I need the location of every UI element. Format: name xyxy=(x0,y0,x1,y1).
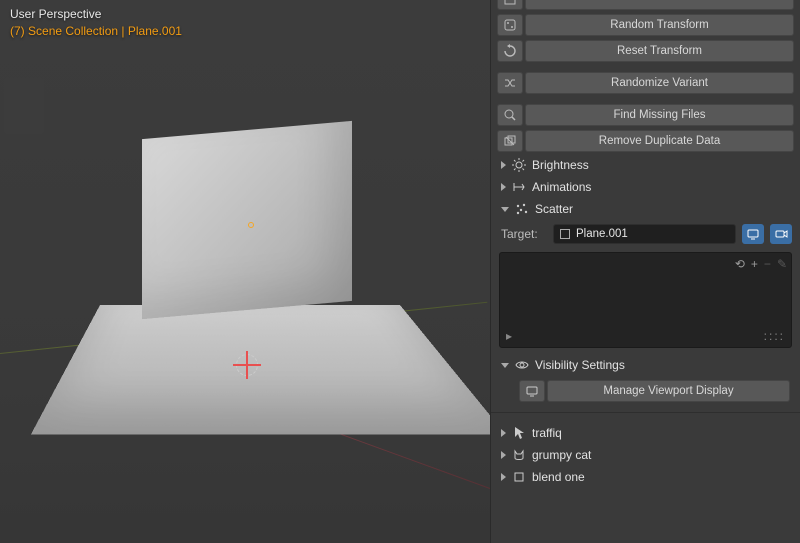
collection-separator: | xyxy=(121,24,124,38)
duplicate-remove-icon xyxy=(503,134,517,148)
find-missing-label: Find Missing Files xyxy=(613,109,705,121)
manage-viewport-button[interactable]: Manage Viewport Display xyxy=(547,380,790,402)
chevron-right-icon xyxy=(501,429,506,437)
remove-dupes-label: Remove Duplicate Data xyxy=(599,135,720,147)
random-transform-icon-button[interactable] xyxy=(497,14,523,36)
addon-grumpy-cat[interactable]: grumpy cat xyxy=(491,444,800,466)
snap-icon xyxy=(504,0,516,5)
toggle-render-visibility[interactable] xyxy=(770,224,792,244)
list-add-button[interactable]: + xyxy=(751,257,758,271)
addon-traffiq-label: traffiq xyxy=(532,426,562,440)
chevron-right-icon xyxy=(501,161,506,169)
list-tools: ⟲ + − ✎ xyxy=(735,257,787,271)
cursor-pointer-icon xyxy=(512,426,526,440)
shuffle-icon xyxy=(503,76,517,90)
list-grip-icon[interactable]: :::: xyxy=(764,329,785,343)
random-transform-label: Random Transform xyxy=(610,19,708,31)
reset-transform-label: Reset Transform xyxy=(617,45,702,57)
random-transform-button[interactable]: Random Transform xyxy=(525,14,794,36)
target-label: Target: xyxy=(501,227,547,241)
list-edit-button[interactable]: ✎ xyxy=(777,257,787,271)
list-link-button[interactable]: ⟲ xyxy=(735,257,745,271)
object-data-icon xyxy=(560,229,570,239)
target-value: Plane.001 xyxy=(576,228,628,240)
view-name-label: User Perspective xyxy=(10,6,182,23)
mesh-plane-floor[interactable] xyxy=(31,305,506,434)
chevron-down-icon xyxy=(501,207,509,212)
chevron-right-icon xyxy=(501,473,506,481)
section-animations[interactable]: Animations xyxy=(491,176,800,198)
viewport-overlay-text: User Perspective (7) Scene Collection | … xyxy=(10,6,182,40)
section-visibility-label: Visibility Settings xyxy=(535,358,625,372)
chevron-right-icon xyxy=(501,451,506,459)
sun-icon xyxy=(512,158,526,172)
addon-blend-one[interactable]: blend one xyxy=(491,466,800,488)
addon-grumpy-label: grumpy cat xyxy=(532,448,591,462)
remove-dupes-button[interactable]: Remove Duplicate Data xyxy=(525,130,794,152)
find-missing-icon-button[interactable] xyxy=(497,104,523,126)
snap-button[interactable] xyxy=(525,0,794,10)
active-object-name: Plane.001 xyxy=(128,24,182,38)
scatter-target-row: Target: Plane.001 xyxy=(491,220,800,248)
chevron-down-icon xyxy=(501,363,509,368)
addon-blend-one-label: blend one xyxy=(532,470,585,484)
animation-icon xyxy=(512,180,526,194)
section-brightness-label: Brightness xyxy=(532,158,589,172)
reset-transform-icon-button[interactable] xyxy=(497,40,523,62)
camera-icon xyxy=(774,227,788,241)
chevron-right-icon xyxy=(501,183,506,191)
monitor-icon xyxy=(525,384,539,398)
scene-render xyxy=(0,0,490,543)
button-cutoff-row xyxy=(497,0,794,10)
remove-dupes-icon-button[interactable] xyxy=(497,130,523,152)
object-origin-icon xyxy=(248,222,254,228)
manage-viewport-label: Manage Viewport Display xyxy=(603,385,733,397)
find-missing-button[interactable]: Find Missing Files xyxy=(525,104,794,126)
section-brightness[interactable]: Brightness xyxy=(491,154,800,176)
properties-panel: Random Transform Reset Transform Randomi… xyxy=(490,0,800,543)
section-animations-label: Animations xyxy=(532,180,591,194)
toggle-viewport-visibility[interactable] xyxy=(742,224,764,244)
cat-icon xyxy=(512,448,526,462)
minimap-overlay xyxy=(4,78,44,134)
collection-label: Scene Collection xyxy=(28,24,118,38)
collection-number: (7) xyxy=(10,24,25,38)
eye-icon xyxy=(515,358,529,372)
viewport-3d[interactable]: User Perspective (7) Scene Collection | … xyxy=(0,0,490,543)
randomize-variant-icon-button[interactable] xyxy=(497,72,523,94)
search-icon xyxy=(503,108,517,122)
dice-icon xyxy=(503,18,517,32)
scatter-presets-list[interactable]: ⟲ + − ✎ ▸ :::: xyxy=(499,252,792,348)
randomize-variant-button[interactable]: Randomize Variant xyxy=(525,72,794,94)
cursor-3d-icon xyxy=(236,354,258,376)
reset-icon xyxy=(503,44,517,58)
mesh-plane-vertical[interactable] xyxy=(142,121,352,319)
package-icon xyxy=(512,470,526,484)
list-remove-button[interactable]: − xyxy=(764,257,771,271)
section-scatter-label: Scatter xyxy=(535,202,573,216)
monitor-icon xyxy=(746,227,760,241)
section-scatter[interactable]: Scatter xyxy=(491,198,800,220)
addon-traffiq[interactable]: traffiq xyxy=(491,422,800,444)
scatter-icon xyxy=(515,202,529,216)
list-expand-toggle[interactable]: ▸ xyxy=(506,329,512,343)
snap-icon-button[interactable] xyxy=(497,0,523,10)
manage-viewport-icon-button[interactable] xyxy=(519,380,545,402)
reset-transform-button[interactable]: Reset Transform xyxy=(525,40,794,62)
randomize-variant-label: Randomize Variant xyxy=(611,77,708,89)
section-visibility[interactable]: Visibility Settings xyxy=(491,352,800,378)
target-field[interactable]: Plane.001 xyxy=(553,224,736,244)
